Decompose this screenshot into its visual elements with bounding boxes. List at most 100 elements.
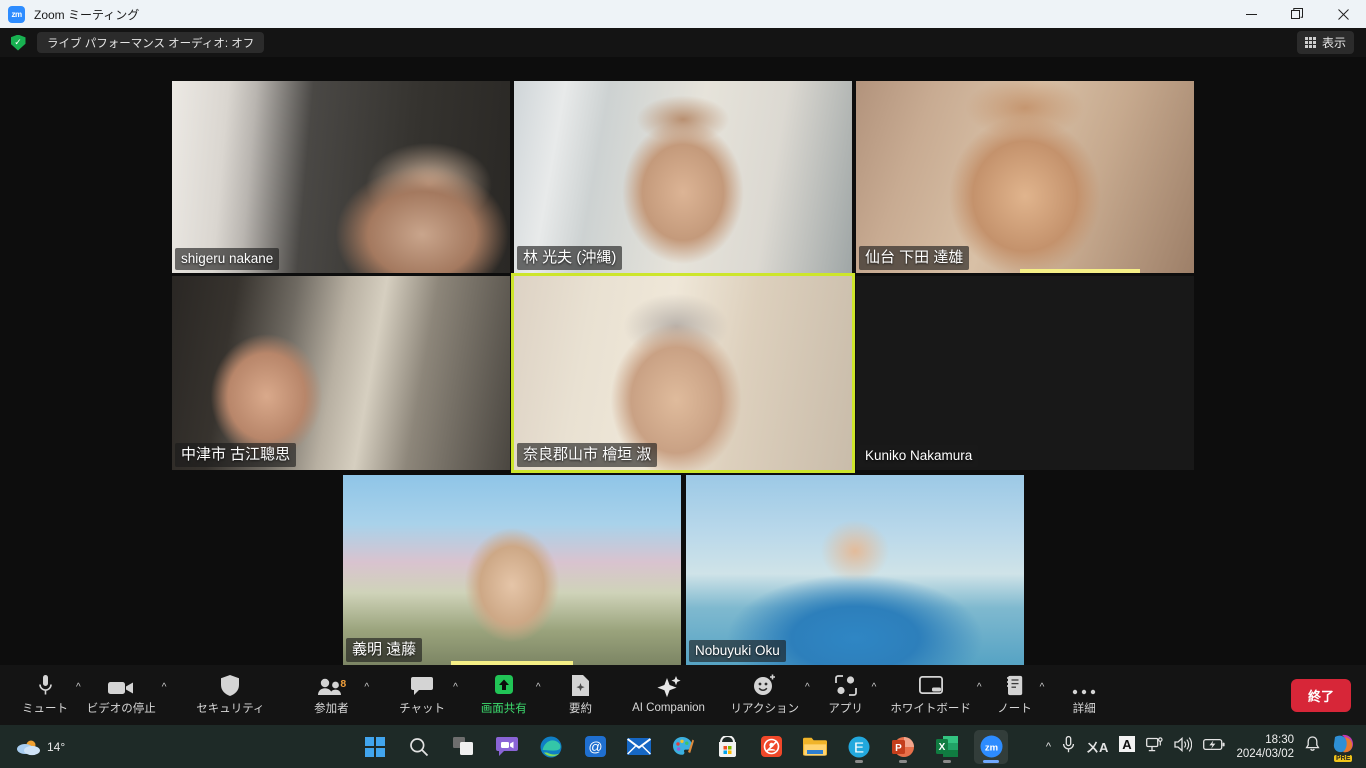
audio-options-caret-icon[interactable]: ^ bbox=[74, 667, 83, 727]
microsoft-store-icon[interactable] bbox=[710, 730, 744, 764]
system-tray: ^ ㄨA A 18:30 2024/03/02 PRE bbox=[1046, 732, 1356, 762]
ime-a-icon[interactable]: A bbox=[1119, 736, 1136, 757]
mail-envelope-icon[interactable] bbox=[622, 730, 656, 764]
participants-count-badge: 8 bbox=[340, 678, 347, 690]
participant-name-badge: 仙台 下田 達雄 bbox=[859, 246, 970, 270]
video-options-caret-icon[interactable]: ^ bbox=[160, 667, 169, 727]
video-gallery: shigeru nakane 林 光夫 (沖縄) 仙台 下田 達雄 中津市 古江… bbox=[0, 57, 1366, 665]
shield-check-icon[interactable]: ✓ bbox=[10, 34, 26, 51]
maximize-button[interactable] bbox=[1274, 0, 1320, 28]
video-feed bbox=[172, 276, 510, 470]
chat-caret-icon[interactable]: ^ bbox=[451, 667, 460, 727]
weather-widget[interactable]: 14° bbox=[14, 737, 65, 757]
video-feed bbox=[856, 276, 1194, 470]
video-tile[interactable]: 義明 遠藤 bbox=[343, 475, 681, 665]
running-indicator bbox=[855, 759, 863, 763]
teams-chat-icon[interactable] bbox=[490, 730, 524, 764]
end-meeting-button[interactable]: 終了 bbox=[1290, 678, 1351, 712]
close-button[interactable] bbox=[1320, 0, 1366, 28]
apps-caret-icon[interactable]: ^ bbox=[870, 667, 879, 727]
more-button-label: 詳細 bbox=[1072, 703, 1096, 715]
video-feed bbox=[686, 475, 1024, 665]
stop-video-button[interactable]: ビデオの停止 bbox=[83, 665, 160, 725]
svg-text:X: X bbox=[939, 742, 946, 753]
participant-name-badge: 奈良郡山市 檜垣 淑 bbox=[517, 443, 658, 467]
svg-text:A: A bbox=[1123, 737, 1133, 752]
whiteboard-button[interactable]: ホワイトボード bbox=[886, 665, 975, 725]
grid-view-icon bbox=[1304, 37, 1316, 48]
chevron-up-icon[interactable]: ^ bbox=[1046, 741, 1051, 753]
restore-icon bbox=[1291, 8, 1303, 19]
whiteboard-icon bbox=[918, 674, 943, 696]
whiteboard-button-label: ホワイトボード bbox=[890, 703, 971, 715]
battery-charging-icon[interactable] bbox=[1203, 738, 1226, 756]
share-screen-button-label: 画面共有 bbox=[480, 703, 527, 715]
paint-icon[interactable] bbox=[666, 730, 700, 764]
zoom-logo-icon: zm bbox=[8, 5, 25, 23]
mute-button-label: ミュート bbox=[22, 703, 68, 715]
share-screen-caret-icon[interactable]: ^ bbox=[534, 667, 543, 727]
antivirus-icon[interactable] bbox=[754, 730, 788, 764]
share-screen-button[interactable]: 画面共有 bbox=[474, 665, 534, 725]
meeting-toolbar: ミュート ^ ビデオの停止 ^ セキュリティ 8 参加者 ^ チャット ^ 画面… bbox=[0, 665, 1366, 725]
summary-button[interactable]: 要約 bbox=[557, 665, 605, 725]
close-icon bbox=[1337, 8, 1349, 20]
more-button[interactable]: 詳細 bbox=[1058, 665, 1110, 725]
zoom-app-icon[interactable]: zm bbox=[974, 729, 1008, 764]
copilot-icon[interactable]: PRE bbox=[1331, 732, 1356, 762]
video-tile[interactable]: 中津市 古江聰思 bbox=[172, 276, 510, 470]
microphone-icon[interactable] bbox=[1062, 735, 1075, 758]
reactions-caret-icon[interactable]: ^ bbox=[803, 667, 812, 727]
window-title: Zoom ミーティング bbox=[34, 7, 140, 22]
view-button[interactable]: 表示 bbox=[1296, 31, 1354, 54]
ime-kana-icon[interactable]: ㄨA bbox=[1086, 737, 1108, 756]
reactions-button[interactable]: リアクション bbox=[727, 665, 803, 725]
apps-button-label: アプリ bbox=[828, 703, 863, 715]
powerpoint-icon[interactable]: P bbox=[886, 730, 920, 764]
clock[interactable]: 18:30 2024/03/02 bbox=[1236, 733, 1294, 761]
shield-icon bbox=[221, 674, 240, 696]
network-monitor-icon[interactable] bbox=[1146, 736, 1164, 757]
participants-button-label: 参加者 bbox=[314, 703, 349, 715]
window-controls bbox=[1228, 0, 1366, 28]
whiteboard-caret-icon[interactable]: ^ bbox=[975, 667, 984, 727]
ai-sparkle-icon bbox=[656, 676, 681, 698]
mail-at-icon[interactable]: @ bbox=[578, 730, 612, 764]
mute-button[interactable]: ミュート bbox=[16, 665, 74, 725]
participant-name-badge: Kuniko Nakamura bbox=[859, 444, 979, 467]
summary-doc-icon bbox=[572, 674, 590, 696]
video-tile[interactable]: shigeru nakane bbox=[172, 81, 510, 273]
participants-button[interactable]: 8 参加者 bbox=[300, 665, 362, 725]
participant-name-badge: 林 光夫 (沖縄) bbox=[517, 246, 623, 270]
edge-browser-icon[interactable] bbox=[534, 730, 568, 764]
video-tile-active-speaker[interactable]: 奈良郡山市 檜垣 淑 bbox=[511, 273, 855, 473]
reactions-smiley-icon bbox=[753, 674, 777, 696]
participant-name-badge: 義明 遠藤 bbox=[346, 638, 423, 662]
apps-button[interactable]: アプリ bbox=[822, 665, 870, 725]
bell-icon[interactable] bbox=[1305, 736, 1320, 757]
task-view-icon[interactable] bbox=[446, 730, 480, 764]
video-tile[interactable]: Nobuyuki Oku bbox=[686, 475, 1024, 665]
view-button-label: 表示 bbox=[1321, 36, 1346, 50]
video-tile[interactable]: 仙台 下田 達雄 bbox=[856, 81, 1194, 273]
notes-caret-icon[interactable]: ^ bbox=[1038, 667, 1047, 727]
ai-companion-button[interactable]: AI Companion bbox=[621, 665, 717, 725]
video-tile[interactable]: Kuniko Nakamura bbox=[856, 276, 1194, 470]
security-button[interactable]: セキュリティ bbox=[186, 665, 274, 725]
edge-e-icon[interactable]: E bbox=[842, 730, 876, 764]
speaker-icon[interactable] bbox=[1174, 736, 1193, 757]
minimize-button[interactable] bbox=[1228, 0, 1274, 28]
stop-video-button-label: ビデオの停止 bbox=[86, 703, 156, 715]
notes-button-label: ノート bbox=[997, 703, 1032, 715]
windows-start-icon[interactable] bbox=[358, 730, 392, 764]
chat-button[interactable]: チャット bbox=[393, 665, 451, 725]
participants-caret-icon[interactable]: ^ bbox=[362, 667, 371, 727]
search-icon[interactable] bbox=[402, 730, 436, 764]
excel-icon[interactable]: X bbox=[930, 730, 964, 764]
file-explorer-icon[interactable] bbox=[798, 730, 832, 764]
notes-icon bbox=[1006, 674, 1024, 696]
video-tile[interactable]: 林 光夫 (沖縄) bbox=[514, 81, 852, 273]
status-badge: ライブ パフォーマンス オーディオ: オフ bbox=[37, 32, 265, 53]
active-window-indicator bbox=[983, 759, 999, 763]
notes-button[interactable]: ノート bbox=[992, 665, 1038, 725]
